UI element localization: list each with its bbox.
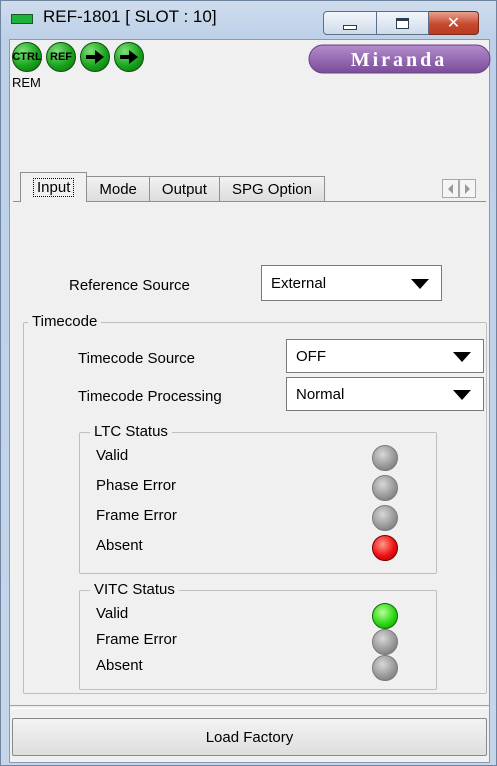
chevron-right-icon [465, 183, 470, 194]
ltc-absent-led [372, 535, 398, 561]
vitc-frame-error-label: Frame Error [96, 631, 177, 648]
timecode-processing-label: Timecode Processing [78, 388, 222, 405]
tab-strip: Input Mode Output SPG Option [20, 171, 325, 202]
app-icon [11, 14, 33, 24]
status-strip: CTRL REF REM Miranda [10, 40, 491, 136]
dropdown-arrow-icon [411, 279, 429, 289]
vitc-valid-led [372, 603, 398, 629]
timecode-source-dropdown[interactable]: OFF [286, 339, 484, 373]
timecode-group: Timecode Timecode Source OFF Timecode Pr… [23, 313, 487, 694]
tab-scroll-right-button[interactable] [459, 179, 476, 198]
client-area: CTRL REF REM Miranda Input Mode Output S… [9, 39, 491, 763]
dropdown-arrow-icon [453, 390, 471, 400]
vitc-status-title: VITC Status [90, 581, 179, 598]
vitc-status-group: VITC Status Valid Frame Error Absent [79, 581, 437, 690]
ltc-frame-error-led [372, 505, 398, 531]
minimize-icon [343, 24, 357, 30]
close-icon: ✕ [446, 13, 461, 32]
brand-text: Miranda [351, 49, 448, 71]
ltc-valid-label: Valid [96, 447, 129, 464]
ctrl-status-label: CTRL [12, 51, 42, 63]
bottom-separator [10, 705, 489, 709]
load-factory-button[interactable]: Load Factory [12, 718, 487, 756]
ltc-valid-led [372, 445, 398, 471]
miranda-logo: Miranda [308, 44, 491, 74]
maximize-icon [396, 17, 409, 29]
tab-scroll-left-button[interactable] [442, 179, 459, 198]
chevron-left-icon [448, 183, 453, 194]
close-button[interactable]: ✕ [429, 11, 479, 35]
input-tab-panel: Reference Source External Timecode Timec… [13, 201, 487, 698]
ltc-phase-error-led [372, 475, 398, 501]
vitc-valid-label: Valid [96, 605, 129, 622]
maximize-button[interactable] [377, 11, 429, 35]
tab-scroll-buttons [442, 179, 476, 198]
ltc-frame-error-label: Frame Error [96, 507, 177, 524]
vitc-frame-error-led [372, 629, 398, 655]
tab-input[interactable]: Input [20, 172, 88, 202]
tab-output[interactable]: Output [148, 176, 220, 202]
dropdown-arrow-icon [453, 352, 471, 362]
ltc-status-title: LTC Status [90, 423, 172, 440]
rem-label: REM [12, 75, 41, 90]
tab-mode[interactable]: Mode [86, 176, 150, 202]
ref-status-icon[interactable]: REF [46, 42, 76, 72]
arrow-right-icon[interactable] [80, 42, 110, 72]
window-title: REF-1801 [ SLOT : 10] [43, 7, 217, 26]
ltc-phase-error-label: Phase Error [96, 477, 177, 494]
vitc-absent-led [372, 655, 398, 681]
app-window: REF-1801 [ SLOT : 10] ✕ CTRL REF REM Mir… [0, 0, 497, 766]
arrow-right-icon[interactable] [114, 42, 144, 72]
reference-source-dropdown[interactable]: External [261, 265, 442, 301]
timecode-processing-dropdown[interactable]: Normal [286, 377, 484, 411]
timecode-source-label: Timecode Source [78, 350, 195, 367]
title-bar[interactable]: REF-1801 [ SLOT : 10] ✕ [1, 1, 496, 39]
ctrl-status-icon[interactable]: CTRL [12, 42, 42, 72]
vitc-absent-label: Absent [96, 657, 143, 674]
tab-spg-option[interactable]: SPG Option [218, 176, 325, 202]
window-controls: ✕ [323, 11, 479, 35]
ltc-status-group: LTC Status Valid Phase Error Frame Error… [79, 423, 437, 574]
timecode-group-title: Timecode [28, 313, 102, 330]
minimize-button[interactable] [323, 11, 377, 35]
reference-source-label: Reference Source [69, 277, 190, 294]
ltc-absent-label: Absent [96, 537, 143, 554]
ref-status-label: REF [50, 51, 72, 63]
